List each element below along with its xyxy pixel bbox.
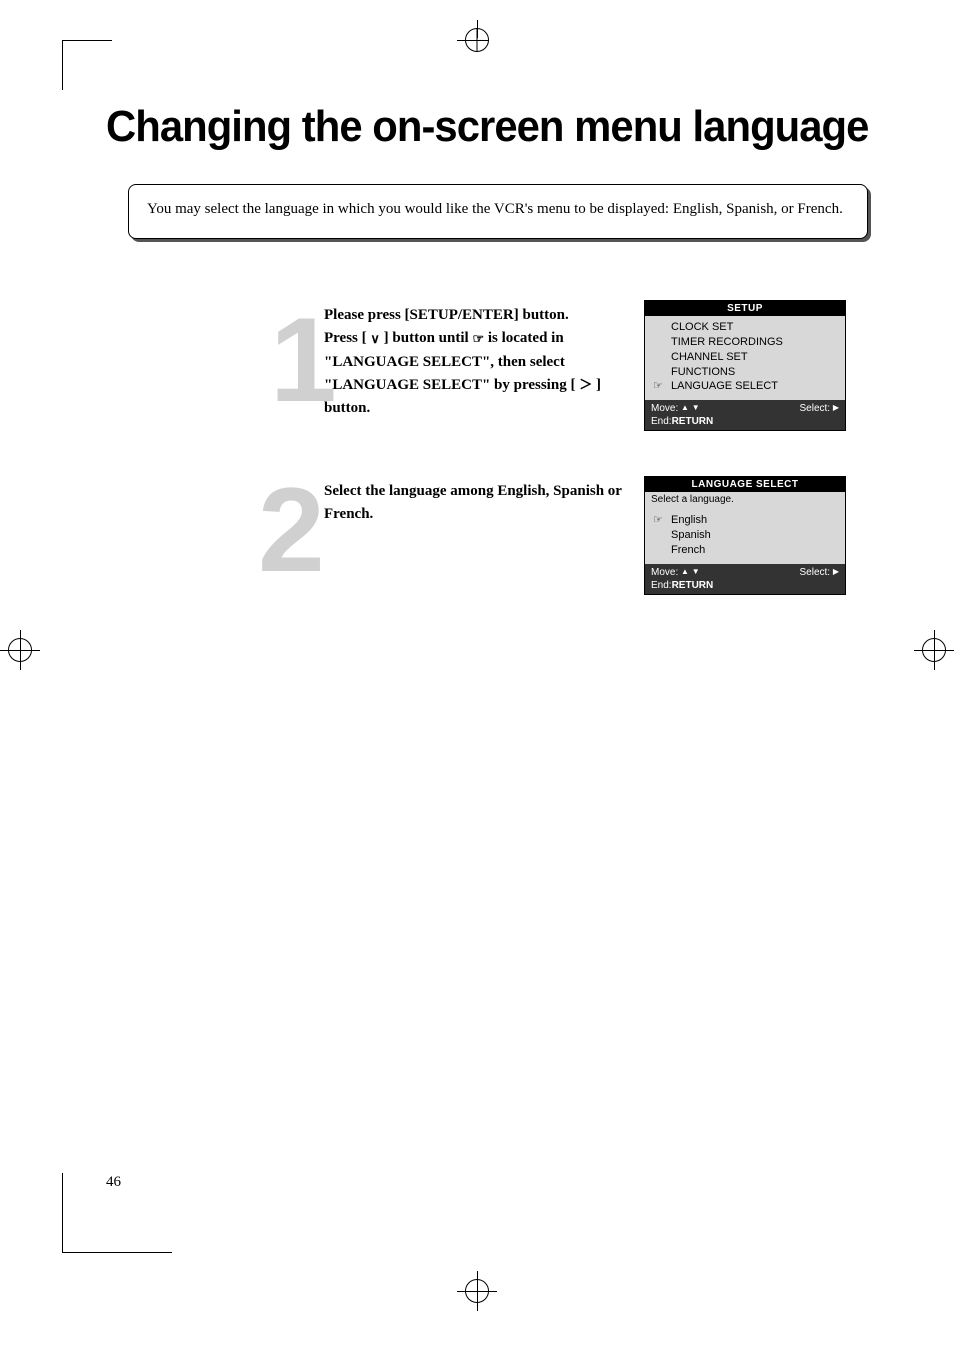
osd-setup-panel: SETUP CLOCK SET TIMER RECORDINGS CHANNEL… <box>644 300 846 431</box>
page-corner-top-h <box>62 40 112 41</box>
osd-item-channel-set: CHANNEL SET <box>651 350 839 365</box>
pointer-icon: ☞ <box>472 329 484 349</box>
step-1-line2b: ] button until <box>380 330 473 346</box>
osd-lang-footer-move-label: Move: <box>651 567 681 578</box>
triangle-down-icon: ▼ <box>692 567 700 577</box>
down-icon: ∨ <box>370 329 380 349</box>
osd-language-footer: Move: ▲ ▼ Select: ▶ End:RETURN <box>645 564 845 594</box>
osd-language-header: LANGUAGE SELECT <box>645 477 845 492</box>
step-1-line4: "LANGUAGE SELECT" by pressing [ <box>324 377 579 393</box>
osd-language-prompt: Select a language. <box>645 492 845 509</box>
osd-footer-select-label: Select: <box>799 403 832 414</box>
crop-cross-top-h <box>465 40 489 41</box>
step-1-instruction: Please press [SETUP/ENTER] button. Press… <box>324 304 614 420</box>
osd-setup-header: SETUP <box>645 301 845 316</box>
osd-item-clock-set: CLOCK SET <box>651 320 839 335</box>
osd-lang-footer-select-label: Select: <box>799 567 832 578</box>
osd-language-body: English Spanish French <box>645 509 845 564</box>
triangle-down-icon: ▼ <box>692 403 700 413</box>
osd-item-functions: FUNCTIONS <box>651 365 839 380</box>
right-icon: ＞ <box>579 375 592 395</box>
osd-item-french: French <box>651 543 839 558</box>
page-corner-bottom-v <box>62 1173 63 1253</box>
triangle-up-icon: ▲ <box>681 567 689 577</box>
osd-setup-body: CLOCK SET TIMER RECORDINGS CHANNEL SET F… <box>645 316 845 400</box>
osd-footer-move-label: Move: <box>651 403 681 414</box>
step-1-line2a: Press [ <box>324 330 370 346</box>
page-number: 46 <box>106 1174 121 1191</box>
osd-item-english: English <box>651 513 839 528</box>
triangle-right-icon: ▶ <box>833 567 839 577</box>
osd-language-panel: LANGUAGE SELECT Select a language. Engli… <box>644 476 846 595</box>
osd-item-timer-recordings: TIMER RECORDINGS <box>651 335 839 350</box>
step-2-number: 2 <box>258 470 317 590</box>
osd-lang-footer-end-label: End: <box>651 580 672 591</box>
osd-setup-footer: Move: ▲ ▼ Select: ▶ End:RETURN <box>645 400 845 430</box>
page-title: Changing the on-screen menu language <box>106 102 868 152</box>
osd-footer-end-label: End: <box>651 416 672 427</box>
step-2-instruction: Select the language among English, Spani… <box>324 480 624 527</box>
intro-box: You may select the language in which you… <box>128 184 868 239</box>
page-corner-bottom-h <box>62 1252 172 1253</box>
triangle-up-icon: ▲ <box>681 403 689 413</box>
osd-item-language-select: LANGUAGE SELECT <box>651 379 839 394</box>
triangle-right-icon: ▶ <box>833 403 839 413</box>
osd-item-spanish: Spanish <box>651 528 839 543</box>
step-1-line5: button. <box>324 400 370 416</box>
intro-text: You may select the language in which you… <box>147 199 849 220</box>
crop-mark-bottom <box>457 1271 497 1311</box>
step-1-line4b: ] <box>592 377 601 393</box>
step-1-line1: Please press [SETUP/ENTER] button. <box>324 307 569 323</box>
osd-footer-return: RETURN <box>672 416 714 427</box>
page-corner-top-v <box>62 40 63 90</box>
step-1-line3: "LANGUAGE SELECT", then select <box>324 354 565 370</box>
crop-mark-left <box>0 630 40 670</box>
step-1-number: 1 <box>270 300 329 420</box>
osd-lang-footer-return: RETURN <box>672 580 714 591</box>
crop-mark-right <box>914 630 954 670</box>
step-1-line2c: is located in <box>484 330 564 346</box>
